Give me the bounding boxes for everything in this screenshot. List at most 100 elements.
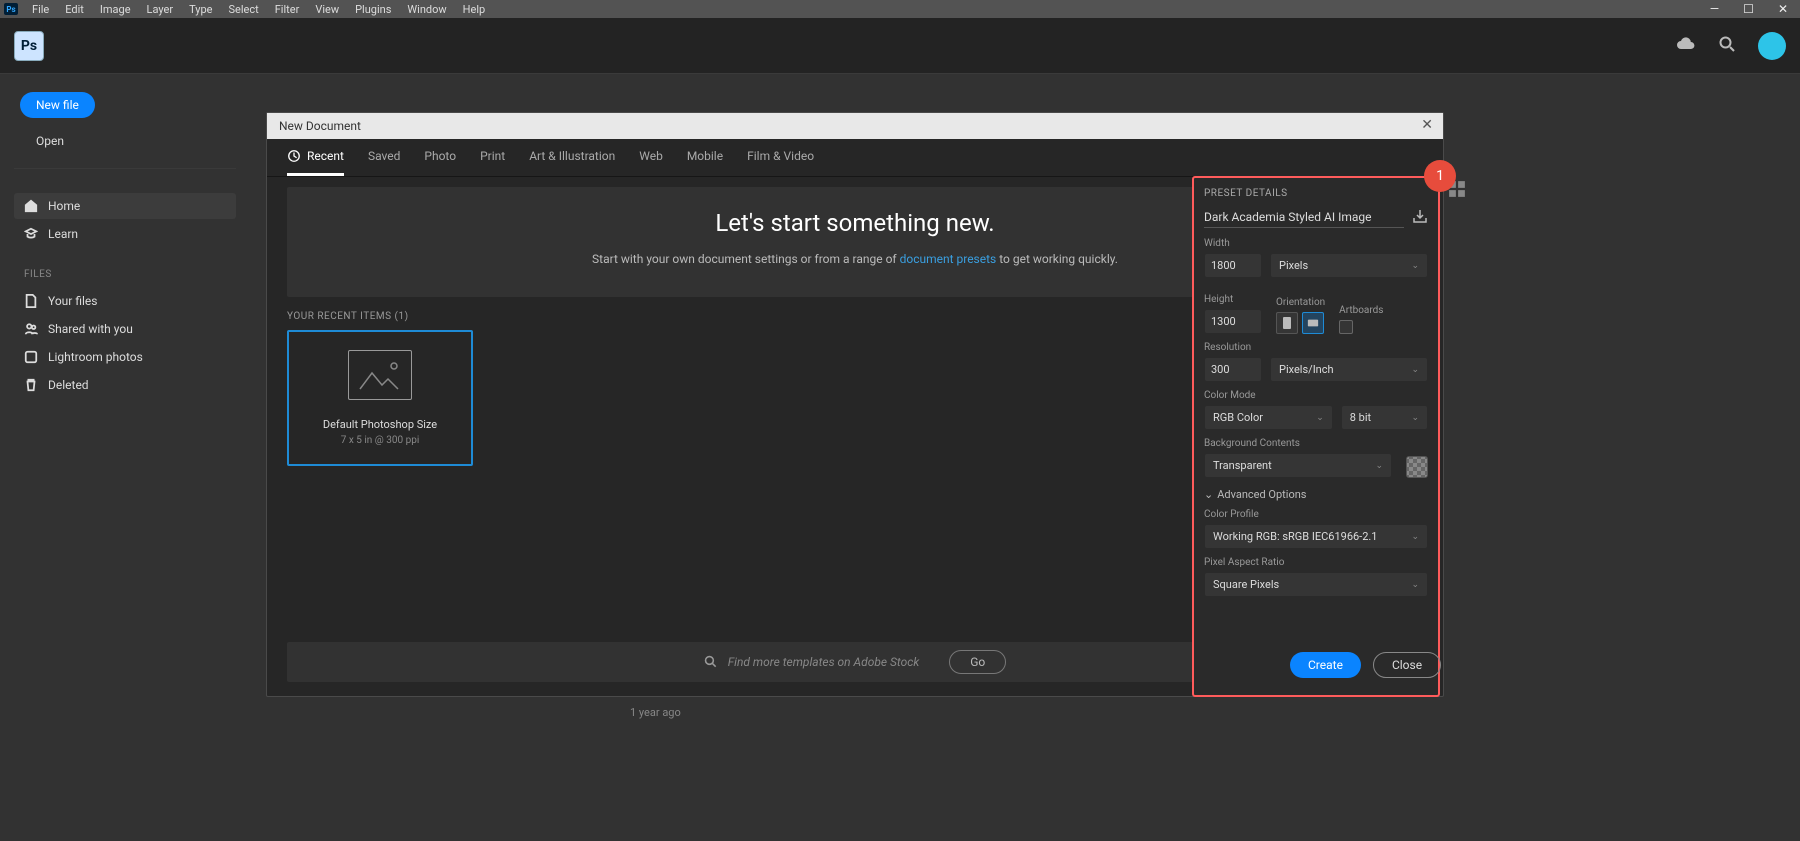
tab-art[interactable]: Art & Illustration <box>529 139 615 176</box>
tab-label: Film & Video <box>747 149 814 163</box>
background-swatch[interactable] <box>1406 456 1428 478</box>
menu-edit[interactable]: Edit <box>57 3 92 16</box>
color-mode-select[interactable]: RGB Color⌄ <box>1204 405 1333 430</box>
menu-layer[interactable]: Layer <box>139 3 182 16</box>
color-mode-label: Color Mode <box>1204 390 1428 401</box>
window-close-icon[interactable]: ✕ <box>1778 2 1788 16</box>
document-presets-link[interactable]: document presets <box>900 252 997 266</box>
annotation-badge: 1 <box>1424 160 1456 192</box>
sidebar-item-label: Learn <box>48 227 78 241</box>
avatar[interactable] <box>1758 32 1786 60</box>
artboards-label: Artboards <box>1339 305 1383 316</box>
ps-app-icon: Ps <box>14 31 44 61</box>
tab-label: Web <box>639 149 663 163</box>
sidebar-item-label: Home <box>48 199 80 213</box>
preset-name-input[interactable] <box>1204 207 1404 228</box>
sidebar-item-label: Your files <box>48 294 97 308</box>
lightroom-icon <box>24 350 38 364</box>
dialog-titlebar: New Document ✕ <box>267 113 1443 139</box>
width-input[interactable] <box>1204 253 1262 278</box>
sidebar-item-label: Shared with you <box>48 322 133 336</box>
menu-type[interactable]: Type <box>181 3 220 16</box>
menu-window[interactable]: Window <box>399 3 454 16</box>
sidebar-item-label: Lightroom photos <box>48 350 143 364</box>
sidebar-item-deleted[interactable]: Deleted <box>14 372 236 398</box>
sidebar-item-home[interactable]: Home <box>14 193 236 219</box>
close-button[interactable]: Close <box>1373 652 1441 678</box>
background-select[interactable]: Transparent⌄ <box>1204 453 1392 478</box>
sidebar-item-learn[interactable]: Learn <box>14 221 236 247</box>
artboards-checkbox[interactable] <box>1339 320 1353 334</box>
sidebar-item-label: Deleted <box>48 378 89 392</box>
resolution-input[interactable] <box>1204 357 1262 382</box>
home-icon <box>24 199 38 213</box>
app-header: Ps <box>0 18 1800 74</box>
height-label: Height <box>1204 294 1262 305</box>
orientation-landscape[interactable] <box>1302 312 1324 334</box>
new-file-button[interactable]: New file <box>20 92 95 118</box>
tab-label: Art & Illustration <box>529 149 615 163</box>
preset-details-panel: 1 PRESET DETAILS Width Pixels⌄ Height Or… <box>1192 176 1440 697</box>
tab-web[interactable]: Web <box>639 139 663 176</box>
resolution-unit-select[interactable]: Pixels/Inch⌄ <box>1270 357 1428 382</box>
tab-mobile[interactable]: Mobile <box>687 139 723 176</box>
tab-label: Print <box>480 149 505 163</box>
width-unit-select[interactable]: Pixels⌄ <box>1270 253 1428 278</box>
save-preset-icon[interactable] <box>1412 208 1428 227</box>
search-icon <box>704 655 718 669</box>
search-icon[interactable] <box>1718 35 1736 56</box>
trash-icon <box>24 378 38 392</box>
timestamp-text: 1 year ago <box>630 706 681 719</box>
file-icon <box>24 294 38 308</box>
sidebar-item-lightroom[interactable]: Lightroom photos <box>14 344 236 370</box>
tab-film[interactable]: Film & Video <box>747 139 814 176</box>
menu-bar: Ps File Edit Image Layer Type Select Fil… <box>0 0 1800 18</box>
preset-card-name: Default Photoshop Size <box>323 418 437 431</box>
create-button[interactable]: Create <box>1290 652 1361 678</box>
tab-label: Saved <box>368 149 400 163</box>
preset-thumb <box>348 350 412 400</box>
menu-file[interactable]: File <box>24 3 57 16</box>
maximize-icon[interactable]: ☐ <box>1743 2 1754 16</box>
color-profile-label: Color Profile <box>1204 509 1428 520</box>
clock-icon <box>287 149 301 163</box>
pixel-aspect-label: Pixel Aspect Ratio <box>1204 557 1428 568</box>
tab-label: Mobile <box>687 149 723 163</box>
close-icon[interactable]: ✕ <box>1421 117 1433 133</box>
menu-image[interactable]: Image <box>92 3 139 16</box>
bit-depth-select[interactable]: 8 bit⌄ <box>1341 405 1428 430</box>
sidebar-item-your-files[interactable]: Your files <box>14 288 236 314</box>
width-label: Width <box>1204 238 1428 249</box>
people-icon <box>24 322 38 336</box>
tab-label: Photo <box>424 149 456 163</box>
tab-recent[interactable]: Recent <box>287 139 344 176</box>
cloud-icon[interactable] <box>1676 37 1696 54</box>
minimize-icon[interactable]: — <box>1710 2 1719 16</box>
menu-select[interactable]: Select <box>220 3 266 16</box>
open-button[interactable]: Open <box>20 128 80 154</box>
files-header: FILES <box>24 269 236 280</box>
pixel-aspect-select[interactable]: Square Pixels⌄ <box>1204 572 1428 597</box>
search-placeholder[interactable]: Find more templates on Adobe Stock <box>728 655 920 669</box>
home-sidebar: New file Open Home Learn FILES Your file… <box>0 74 250 400</box>
image-icon <box>356 357 404 393</box>
recent-preset-card[interactable]: Default Photoshop Size 7 x 5 in @ 300 pp… <box>287 330 473 466</box>
dialog-title-text: New Document <box>279 119 361 133</box>
tab-print[interactable]: Print <box>480 139 505 176</box>
menu-help[interactable]: Help <box>455 3 494 16</box>
preset-details-header: PRESET DETAILS <box>1204 188 1428 199</box>
sidebar-item-shared[interactable]: Shared with you <box>14 316 236 342</box>
menu-filter[interactable]: Filter <box>267 3 308 16</box>
advanced-options-toggle[interactable]: ⌄Advanced Options <box>1204 488 1428 501</box>
go-button[interactable]: Go <box>949 650 1006 674</box>
height-input[interactable] <box>1204 309 1262 334</box>
color-profile-select[interactable]: Working RGB: sRGB IEC61966-2.1⌄ <box>1204 524 1428 549</box>
preset-tabs: Recent Saved Photo Print Art & Illustrat… <box>267 139 1443 177</box>
learn-icon <box>24 227 38 241</box>
orientation-portrait[interactable] <box>1276 312 1298 334</box>
tab-photo[interactable]: Photo <box>424 139 456 176</box>
menu-plugins[interactable]: Plugins <box>347 3 399 16</box>
orientation-label: Orientation <box>1276 297 1325 308</box>
tab-saved[interactable]: Saved <box>368 139 400 176</box>
menu-view[interactable]: View <box>307 3 347 16</box>
